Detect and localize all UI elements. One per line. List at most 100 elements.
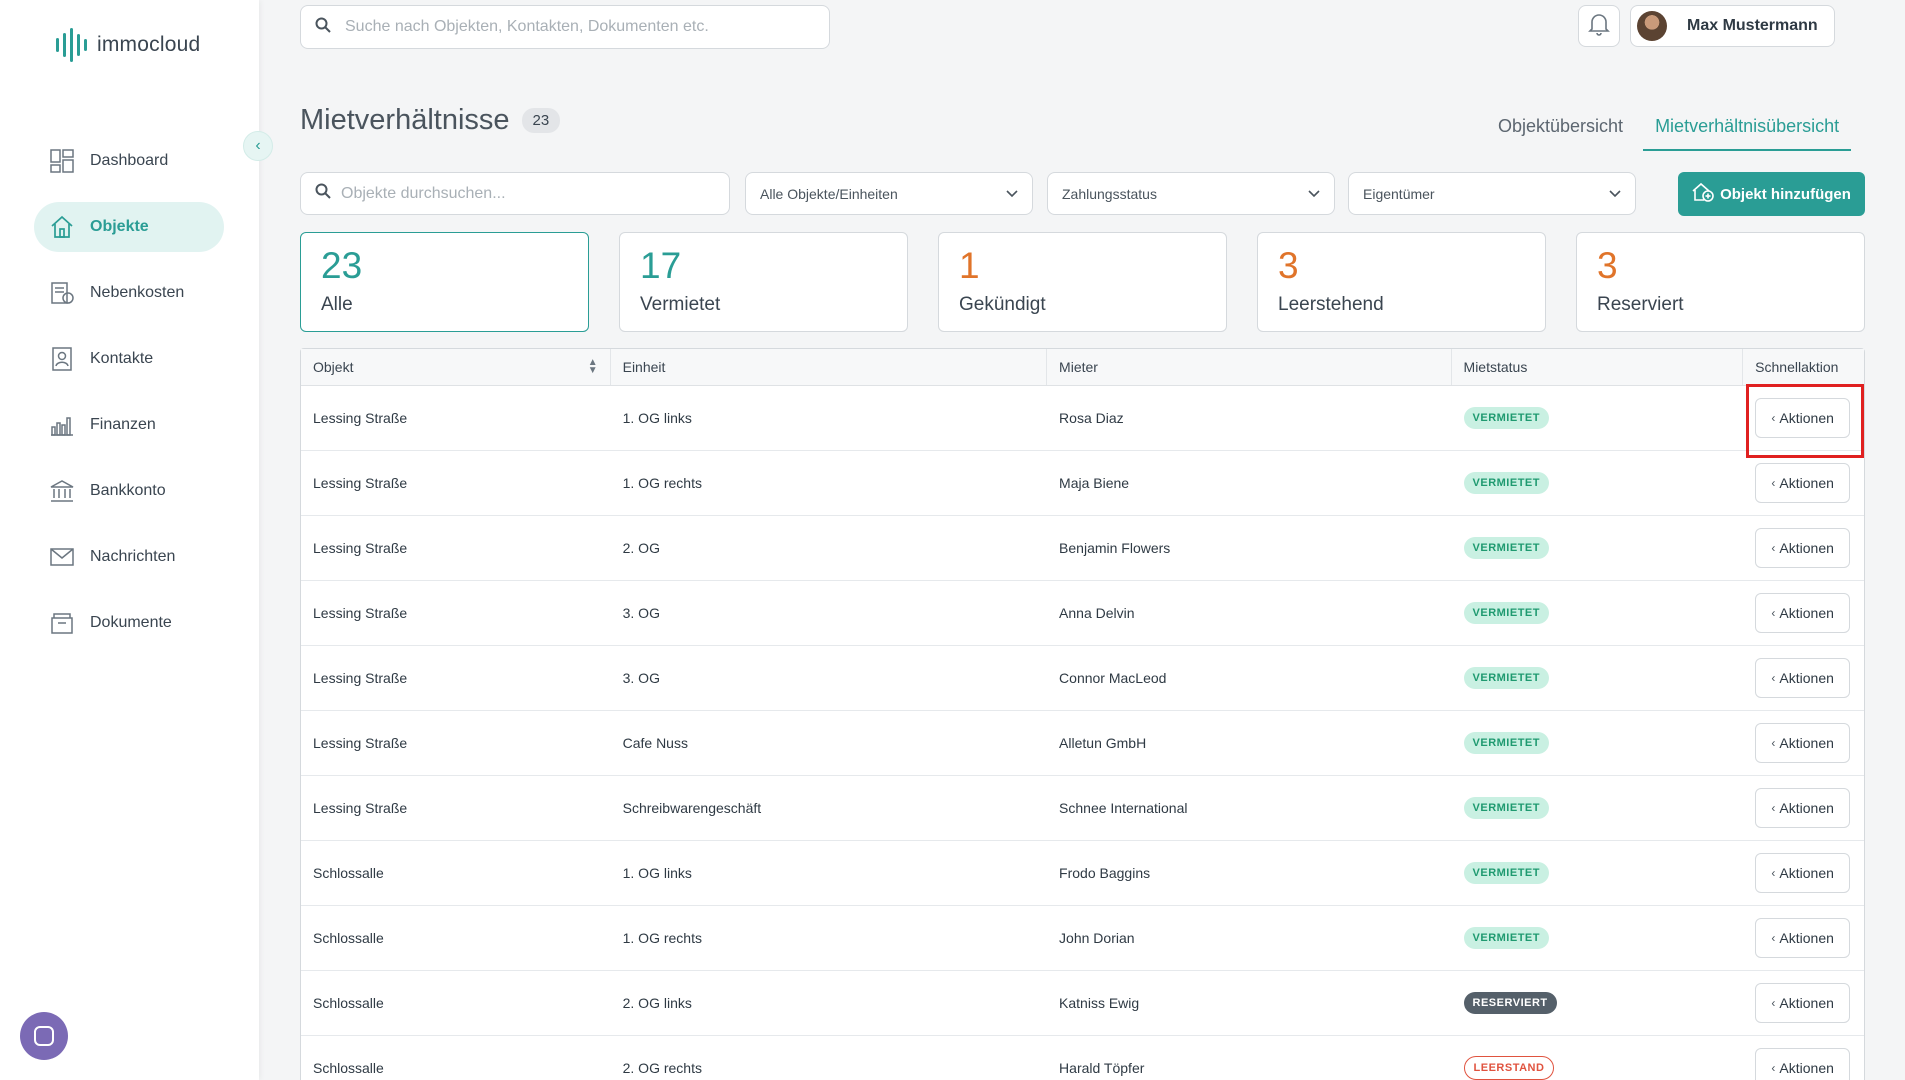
column-label: Schnellaktion xyxy=(1755,359,1839,375)
view-tabs: Objektübersicht Mietverhältnisübersicht xyxy=(1478,110,1852,151)
table-row[interactable]: Lessing Straße Schreibwarengeschäft Schnee… xyxy=(301,776,1864,841)
mieter-text: Katniss Ewig xyxy=(1059,995,1140,1011)
notifications-button[interactable] xyxy=(1578,5,1620,47)
cell-schnellaktion: ‹ Aktionen xyxy=(1743,581,1864,645)
column-header-objekt[interactable]: Objekt ▲ ▼ xyxy=(301,349,611,385)
table-row[interactable]: Lessing Straße 1. OG rechts Maja Biene VERM… xyxy=(301,451,1864,516)
actions-button[interactable]: ‹ Aktionen xyxy=(1755,723,1851,763)
sort-icon[interactable]: ▲ ▼ xyxy=(588,358,598,376)
stat-value: 23 xyxy=(321,245,363,286)
user-menu-button[interactable]: Max Mustermann xyxy=(1630,5,1835,47)
tab-mietverhaeltnisuebersicht[interactable]: Mietverhältnisübersicht xyxy=(1643,110,1852,151)
sidebar-collapse-button[interactable]: ‹ xyxy=(243,131,273,161)
sidebar-item-kontakte[interactable]: Kontakte xyxy=(34,334,224,384)
table-row[interactable]: Schlossalle 2. OG rechts Harald Töpfer LEER… xyxy=(301,1036,1864,1080)
sidebar-item-label: Bankkonto xyxy=(90,482,166,499)
actions-label: Aktionen xyxy=(1779,670,1834,686)
logo-icon xyxy=(56,28,87,62)
folder-icon xyxy=(48,609,76,637)
stat-card-leerstehend[interactable]: 3 Leerstehend xyxy=(1257,232,1546,332)
cell-mieter: Anna Delvin xyxy=(1047,581,1451,645)
cell-objekt: Lessing Straße xyxy=(301,646,611,710)
table-row[interactable]: Lessing Straße 1. OG links Rosa Diaz VERMIE… xyxy=(301,386,1864,451)
actions-button[interactable]: ‹ Aktionen xyxy=(1755,918,1851,958)
chat-widget-button[interactable] xyxy=(20,1012,68,1060)
table-row[interactable]: Schlossalle 2. OG links Katniss Ewig RESERV… xyxy=(301,971,1864,1036)
mieter-text: Schnee International xyxy=(1059,800,1188,816)
sidebar-item-dokumente[interactable]: Dokumente xyxy=(34,598,224,648)
einheit-text: 1. OG rechts xyxy=(622,930,702,946)
sidebar-item-label: Objekte xyxy=(90,218,149,235)
chevron-left-icon: ‹ xyxy=(1771,606,1776,620)
status-badge: VERMIETET xyxy=(1463,407,1549,429)
stat-value: 3 xyxy=(1278,245,1299,286)
payment-status-select[interactable]: Zahlungsstatus xyxy=(1047,172,1335,215)
cell-einheit: 2. OG rechts xyxy=(611,1036,1047,1080)
chevron-left-icon: ‹ xyxy=(1771,1061,1776,1075)
cell-einheit: Cafe Nuss xyxy=(611,711,1047,775)
actions-button[interactable]: ‹ Aktionen xyxy=(1755,658,1851,698)
status-badge: VERMIETET xyxy=(1463,732,1549,754)
stat-card-alle[interactable]: 23 Alle xyxy=(300,232,589,332)
object-search[interactable] xyxy=(300,172,730,215)
stat-card-reserviert[interactable]: 3 Reserviert xyxy=(1576,232,1865,332)
bank-icon xyxy=(48,477,76,505)
global-search-input[interactable] xyxy=(345,18,785,36)
cell-schnellaktion: ‹ Aktionen xyxy=(1743,386,1864,450)
actions-button[interactable]: ‹ Aktionen xyxy=(1755,463,1851,503)
stat-card-vermietet[interactable]: 17 Vermietet xyxy=(619,232,908,332)
objects-select[interactable]: Alle Objekte/Einheiten xyxy=(745,172,1033,215)
sidebar-item-bankkonto[interactable]: Bankkonto xyxy=(34,466,224,516)
add-object-button[interactable]: Objekt hinzufügen xyxy=(1678,172,1865,216)
actions-button[interactable]: ‹ Aktionen xyxy=(1755,593,1851,633)
cell-objekt: Schlossalle xyxy=(301,906,611,970)
objekt-text: Schlossalle xyxy=(313,865,384,881)
actions-label: Aktionen xyxy=(1779,930,1834,946)
sidebar-item-dashboard[interactable]: Dashboard xyxy=(34,136,224,186)
actions-button[interactable]: ‹ Aktionen xyxy=(1755,1048,1851,1080)
actions-button[interactable]: ‹ Aktionen xyxy=(1755,398,1851,438)
cell-schnellaktion: ‹ Aktionen xyxy=(1743,516,1864,580)
app-logo[interactable]: immocloud xyxy=(56,28,200,62)
cell-schnellaktion: ‹ Aktionen xyxy=(1743,906,1864,970)
sidebar-item-nebenkosten[interactable]: Nebenkosten xyxy=(34,268,224,318)
objekt-text: Lessing Straße xyxy=(313,735,408,751)
sidebar-item-finanzen[interactable]: Finanzen xyxy=(34,400,224,450)
table-row[interactable]: Schlossalle 1. OG rechts John Dorian VERMIE… xyxy=(301,906,1864,971)
actions-button[interactable]: ‹ Aktionen xyxy=(1755,788,1851,828)
stat-card-gekuendigt[interactable]: 1 Gekündigt xyxy=(938,232,1227,332)
actions-button[interactable]: ‹ Aktionen xyxy=(1755,853,1851,893)
table-row[interactable]: Lessing Straße 2. OG Benjamin Flowers VERMI… xyxy=(301,516,1864,581)
owner-select[interactable]: Eigentümer xyxy=(1348,172,1636,215)
mail-icon xyxy=(48,543,76,571)
cell-objekt: Schlossalle xyxy=(301,971,611,1035)
sidebar-nav: Dashboard Objekte Nebenkosten Kontakte F… xyxy=(34,136,224,664)
einheit-text: 3. OG xyxy=(622,605,660,621)
global-search[interactable] xyxy=(300,5,830,49)
table-row[interactable]: Schlossalle 1. OG links Frodo Baggins VERMI… xyxy=(301,841,1864,906)
table-row[interactable]: Lessing Straße 3. OG Anna Delvin VERMIETET ‹… xyxy=(301,581,1864,646)
avatar xyxy=(1637,11,1667,41)
chevron-left-icon: ‹ xyxy=(1771,801,1776,815)
cell-mieter: John Dorian xyxy=(1047,906,1451,970)
mieter-text: Frodo Baggins xyxy=(1059,865,1151,881)
einheit-text: Cafe Nuss xyxy=(622,735,688,751)
table-row[interactable]: Lessing Straße Cafe Nuss Alletun GmbH VERMI… xyxy=(301,711,1864,776)
sidebar-item-label: Finanzen xyxy=(90,416,156,433)
tab-objektuebersicht[interactable]: Objektübersicht xyxy=(1498,110,1623,151)
stat-value: 17 xyxy=(640,245,682,286)
actions-button[interactable]: ‹ Aktionen xyxy=(1755,983,1851,1023)
cell-objekt: Schlossalle xyxy=(301,841,611,905)
cell-einheit: 1. OG rechts xyxy=(611,451,1047,515)
status-badge: RESERVIERT xyxy=(1463,992,1557,1014)
sidebar-item-label: Dashboard xyxy=(90,152,169,169)
tenancy-table: Objekt ▲ ▼ Einheit Mieter Mietstatus Schn… xyxy=(300,348,1865,1080)
sidebar-item-nachrichten[interactable]: Nachrichten xyxy=(34,532,224,582)
actions-button[interactable]: ‹ Aktionen xyxy=(1755,528,1851,568)
chevron-left-icon: ‹ xyxy=(1771,411,1776,425)
table-row[interactable]: Lessing Straße 3. OG Connor MacLeod VERMIET… xyxy=(301,646,1864,711)
sidebar-item-objekte[interactable]: Objekte xyxy=(34,202,224,252)
object-search-input[interactable] xyxy=(341,184,721,203)
chevron-left-icon: ‹ xyxy=(1771,866,1776,880)
cell-einheit: 1. OG rechts xyxy=(611,906,1047,970)
